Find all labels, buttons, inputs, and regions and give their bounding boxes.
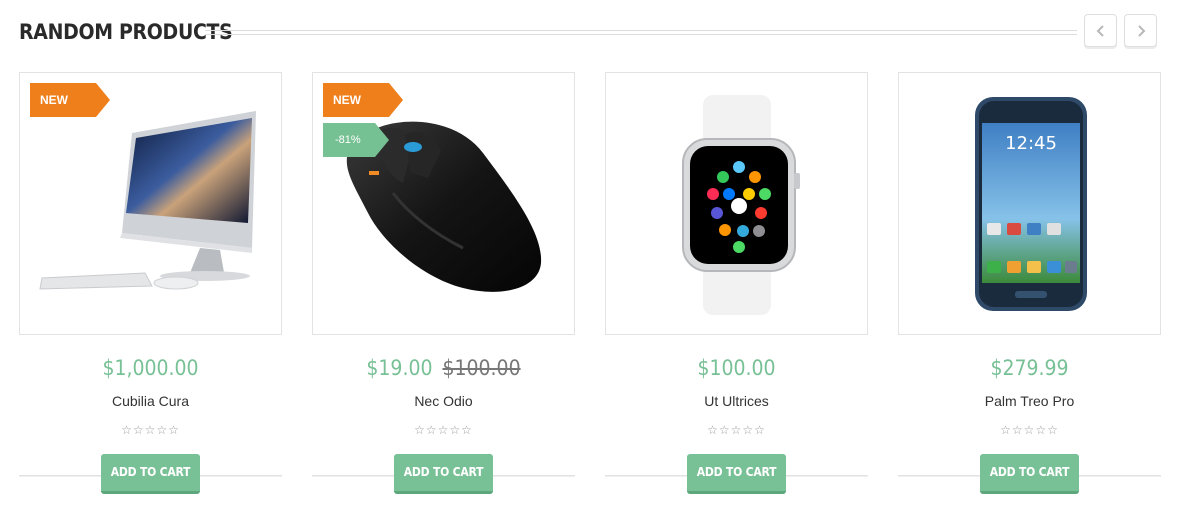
product-name-link[interactable]: Nec Odio — [312, 392, 575, 410]
rating-stars: ☆☆☆☆☆ — [1000, 423, 1059, 437]
carousel-prev-button[interactable] — [1084, 14, 1117, 47]
product-name-link[interactable]: Cubilia Cura — [19, 392, 282, 410]
smartwatch-image — [682, 95, 800, 315]
chevron-right-icon — [1138, 25, 1146, 37]
product-image-link[interactable] — [605, 72, 868, 335]
rating-stars: ☆☆☆☆☆ — [414, 423, 473, 437]
section-title: RANDOM PRODUCTS — [19, 20, 233, 44]
product-price: $100.00 — [697, 356, 776, 380]
product-card: $100.00 Ut Ultrices ☆☆☆☆☆ ADD TO CART — [605, 72, 868, 502]
product-image-link[interactable]: NEW — [19, 72, 282, 335]
title-divider — [205, 30, 1077, 35]
product-price: $279.99 — [990, 356, 1069, 380]
old-price: $100.00 — [442, 356, 521, 380]
rating-stars: ☆☆☆☆☆ — [707, 423, 766, 437]
price-row: $19.00 $100.00 — [312, 353, 575, 383]
rating-stars: ☆☆☆☆☆ — [121, 423, 180, 437]
add-to-cart-button[interactable]: ADD TO CART — [101, 454, 200, 494]
product-card: NEW $1,000.00 Cubilia Cura ☆☆☆☆☆ ADD TO … — [19, 72, 282, 502]
smartphone-image: 12:45 — [975, 97, 1087, 311]
product-price: $1,000.00 — [102, 356, 199, 380]
product-image-link[interactable]: NEW -81% — [312, 72, 575, 335]
product-card: 12:45 $279.99 Palm Treo Pro ☆☆☆☆☆ ADD TO… — [898, 72, 1161, 502]
product-name-link[interactable]: Palm Treo Pro — [898, 392, 1161, 410]
chevron-left-icon — [1096, 25, 1104, 37]
product-name-link[interactable]: Ut Ultrices — [605, 392, 868, 410]
product-card: NEW -81% $19.00 $100.00 Nec Odio ☆☆☆☆☆ AD… — [312, 72, 575, 502]
product-price: $19.00 — [366, 356, 433, 380]
add-to-cart-button[interactable]: ADD TO CART — [394, 454, 493, 494]
add-to-cart-button[interactable]: ADD TO CART — [980, 454, 1079, 494]
price-row: $279.99 — [898, 353, 1161, 383]
carousel-next-button[interactable] — [1124, 14, 1157, 47]
section-header: RANDOM PRODUCTS — [19, 14, 1162, 50]
price-row: $1,000.00 — [19, 353, 282, 383]
product-image-link[interactable]: 12:45 — [898, 72, 1161, 335]
phone-clock: 12:45 — [1005, 133, 1057, 154]
discount-badge: -81% — [323, 123, 389, 157]
add-to-cart-button[interactable]: ADD TO CART — [687, 454, 786, 494]
new-badge: NEW — [30, 83, 110, 117]
new-badge: NEW — [323, 83, 403, 117]
price-row: $100.00 — [605, 353, 868, 383]
